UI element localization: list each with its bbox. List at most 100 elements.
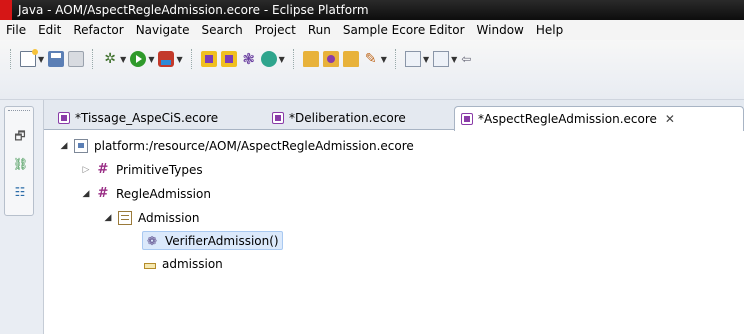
menu-sample-ecore-editor[interactable]: Sample Ecore Editor: [337, 23, 471, 37]
print-button[interactable]: [68, 51, 85, 67]
menu-bar: File Edit Refactor Navigate Search Proje…: [0, 20, 744, 40]
ecore-diagram-button[interactable]: [220, 51, 237, 67]
tree-row-admission-attribute[interactable]: admission: [144, 254, 223, 274]
menu-window[interactable]: Window: [471, 23, 530, 37]
next-icon: ⇦: [461, 52, 472, 66]
ecore-model-icon: [200, 51, 217, 67]
chevron-down-icon[interactable]: ▼: [176, 55, 182, 64]
editor-tab-bar: *Tissage_AspeCiS.ecore *Deliberation.eco…: [44, 100, 744, 131]
tree-label: admission: [162, 257, 223, 271]
ecore-file-icon: [461, 113, 473, 125]
tree-row-root[interactable]: ◢ platform:/resource/AOM/AspectRegleAdmi…: [58, 136, 414, 156]
close-icon[interactable]: ✕: [665, 112, 675, 126]
title-bar: Java - AOM/AspectRegleAdmission.ecore - …: [0, 0, 744, 20]
chevron-down-icon[interactable]: ▼: [120, 55, 126, 64]
class-icon: [118, 211, 132, 225]
tab-label: *Deliberation.ecore: [289, 111, 406, 125]
ecore-model-button[interactable]: [200, 51, 217, 67]
tree-label: RegleAdmission: [116, 187, 211, 201]
tree-label: PrimitiveTypes: [116, 163, 203, 177]
forward-icon: [433, 51, 450, 67]
save-button[interactable]: [48, 51, 65, 67]
tree-label: Admission: [138, 211, 200, 225]
expand-toggle-icon[interactable]: ◢: [102, 213, 114, 223]
debug-icon: ✲: [104, 51, 117, 67]
run-button[interactable]: ▼: [130, 51, 154, 67]
menu-navigate[interactable]: Navigate: [130, 23, 196, 37]
toolbar-separator: [92, 49, 96, 69]
generator-button[interactable]: ▼: [260, 51, 285, 67]
chevron-down-icon[interactable]: ▼: [451, 55, 457, 64]
ecore-diagram-icon: [220, 51, 237, 67]
expand-toggle-icon[interactable]: ◢: [58, 141, 70, 151]
tab-aspect-regle-admission[interactable]: *AspectRegleAdmission.ecore ✕: [454, 106, 744, 131]
tree-row-admission-class[interactable]: ◢ Admission: [102, 208, 199, 228]
forward-button[interactable]: ▼: [433, 51, 457, 67]
hierarchy-icon[interactable]: ⛓: [13, 157, 28, 171]
menu-edit[interactable]: Edit: [32, 23, 67, 37]
left-trim: 🗗 ⛓ ☷: [0, 100, 44, 334]
toolbar-separator: [190, 49, 195, 69]
open-package-icon: [322, 51, 339, 67]
drag-handle[interactable]: [8, 110, 30, 112]
open-folder-button[interactable]: [302, 51, 319, 67]
external-tools-icon: [158, 51, 175, 67]
package-icon: #: [97, 162, 109, 177]
resource-icon: [74, 139, 88, 153]
ecore-tree: ◢ platform:/resource/AOM/AspectRegleAdmi…: [44, 132, 744, 334]
back-button[interactable]: ▼: [404, 51, 429, 67]
editor-area: *Tissage_AspeCiS.ecore *Deliberation.eco…: [44, 100, 744, 334]
chevron-down-icon[interactable]: ▼: [423, 55, 429, 64]
operation-icon: ❁: [146, 233, 158, 248]
menu-project[interactable]: Project: [249, 23, 302, 37]
tab-tissage-aspecis[interactable]: *Tissage_AspeCiS.ecore: [52, 106, 260, 130]
menu-help[interactable]: Help: [530, 23, 569, 37]
menu-run[interactable]: Run: [302, 23, 337, 37]
tree-row-primitivetypes[interactable]: ▷ # PrimitiveTypes: [80, 160, 203, 180]
restore-icon[interactable]: 🗗: [13, 129, 27, 143]
chevron-down-icon[interactable]: ▼: [279, 55, 285, 64]
collapse-toggle-icon[interactable]: ▷: [80, 165, 92, 175]
chevron-down-icon[interactable]: ▼: [148, 55, 154, 64]
toolbar-separator: [394, 49, 399, 69]
pen-icon: ✎: [364, 51, 377, 67]
eclipse-app-icon: [0, 0, 12, 20]
menu-file[interactable]: File: [0, 23, 32, 37]
toolbar-separator: [10, 49, 14, 69]
save-icon: [48, 51, 65, 67]
outline-icon[interactable]: ☷: [13, 185, 27, 199]
external-tools-button[interactable]: ▼: [158, 51, 183, 67]
tree-label: platform:/resource/AOM/AspectRegleAdmiss…: [94, 139, 414, 153]
ecore-file-icon: [272, 112, 284, 124]
toolbar-separator: [292, 49, 297, 69]
back-icon: [404, 51, 421, 67]
pen-button[interactable]: ✎ ▼: [363, 51, 387, 67]
ecore-file-icon: [58, 112, 70, 124]
gear-icon: ❃: [242, 50, 255, 68]
package-icon: #: [97, 186, 109, 201]
open-package-button[interactable]: [322, 51, 339, 67]
tab-label: *Tissage_AspeCiS.ecore: [75, 111, 219, 125]
tree-row-verifieradmission[interactable]: ❁ VerifierAdmission(): [142, 231, 283, 250]
menu-search[interactable]: Search: [196, 23, 249, 37]
run-icon: [130, 51, 147, 67]
tree-row-regleadmission[interactable]: ◢ # RegleAdmission: [80, 184, 211, 204]
menu-refactor[interactable]: Refactor: [67, 23, 129, 37]
window-title: Java - AOM/AspectRegleAdmission.ecore - …: [18, 3, 369, 17]
new-button[interactable]: ▼: [20, 49, 44, 67]
main-toolbar: ▼ ✲ ▼ ▼ ▼ ❃ ▼ ✎ ▼ ▼ ▼ ⇦: [0, 40, 744, 100]
chevron-down-icon[interactable]: ▼: [381, 55, 387, 64]
expand-toggle-icon[interactable]: ◢: [80, 189, 92, 199]
folder-button[interactable]: [342, 51, 359, 67]
gear-button[interactable]: ❃: [241, 51, 257, 67]
tab-label: *AspectRegleAdmission.ecore: [478, 112, 657, 126]
new-icon: [20, 49, 38, 67]
tree-label: VerifierAdmission(): [165, 233, 279, 248]
print-icon: [68, 51, 85, 67]
chevron-down-icon[interactable]: ▼: [38, 55, 44, 64]
generator-icon: [260, 51, 277, 67]
open-folder-icon: [302, 51, 319, 67]
next-button[interactable]: ⇦: [461, 51, 477, 67]
tab-deliberation[interactable]: *Deliberation.ecore: [266, 106, 452, 130]
debug-button[interactable]: ✲ ▼: [102, 51, 126, 67]
